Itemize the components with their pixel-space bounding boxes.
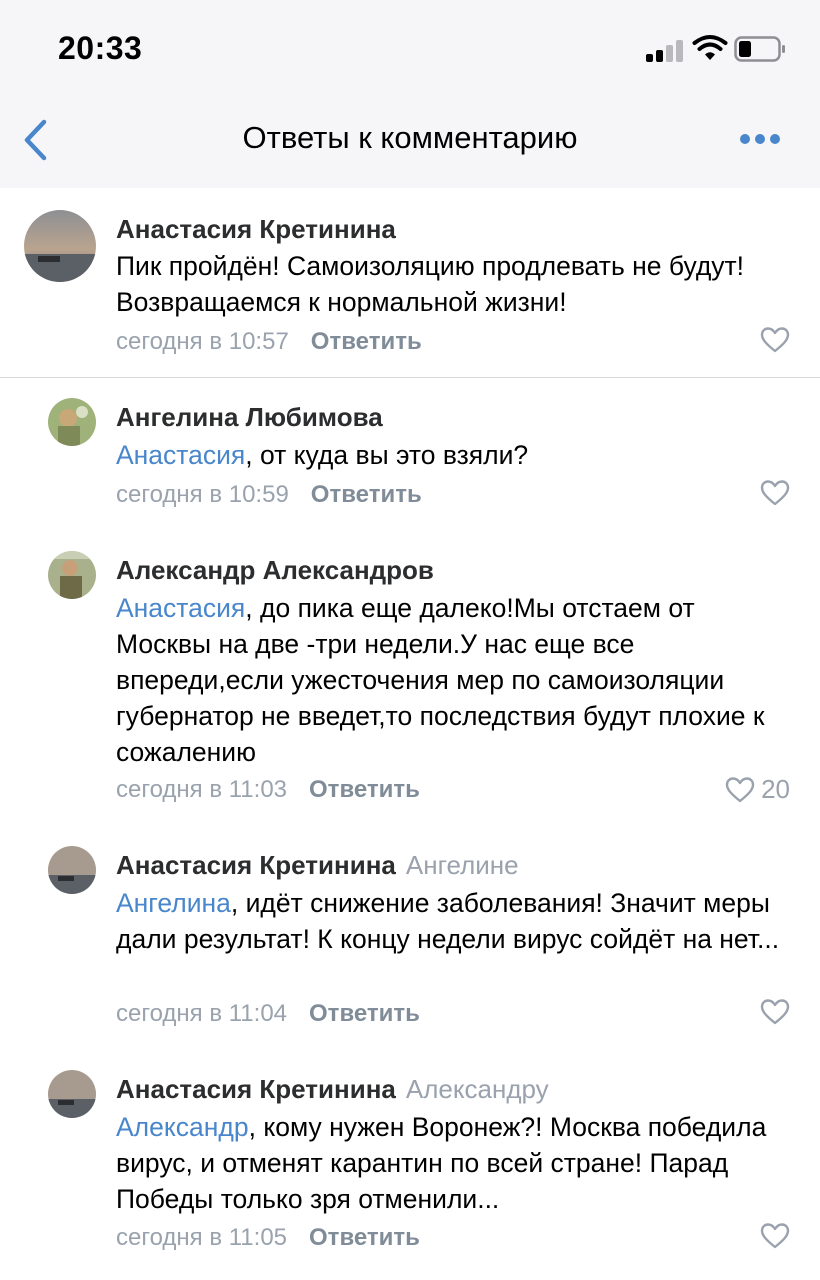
nav-bar: Ответы к комментарию [0,100,820,188]
comment-author[interactable]: Александр Александров [116,555,434,585]
heart-icon [760,999,790,1025]
comment-meta: сегодня в 10:59 Ответить [116,481,422,509]
reply-button[interactable]: Ответить [309,1000,420,1027]
like-count: 20 [761,774,790,804]
like-button[interactable]: 20 [725,774,790,805]
reply-to-name[interactable]: Ангелине [406,850,519,880]
comment-meta: сегодня в 11:04 Ответить [116,1000,420,1028]
avatar[interactable] [48,398,96,446]
comment-body: Пик пройдён! Самоизоляцию продлевать не … [116,251,745,317]
cellular-signal-icon [646,40,686,62]
comment-author[interactable]: Анастасия Кретинина [116,214,396,244]
mention-link[interactable]: Ангелина [116,888,231,918]
comment-text: Анастасия, от куда вы это взяли? [116,437,796,473]
page-title: Ответы к комментарию [242,120,578,155]
comment-text: Ангелина, идёт снижение заболевания! Зна… [116,885,796,957]
heart-icon [725,776,755,802]
comment-author[interactable]: Анастасия Кретинина [116,1074,396,1104]
battery-icon [734,36,785,62]
like-button[interactable] [760,998,790,1026]
comment-time: сегодня в 11:03 [116,776,288,803]
status-time: 20:33 [58,30,143,66]
divider [0,377,820,378]
heart-icon [760,1223,790,1249]
comment-time: сегодня в 10:59 [116,481,289,508]
wifi-icon [692,35,728,60]
comment-time: сегодня в 10:57 [116,328,289,355]
comment-text: Пик пройдён! Самоизоляцию продлевать не … [116,248,796,320]
reply-button[interactable]: Ответить [309,1224,420,1251]
comment-meta: сегодня в 10:57 Ответить [116,328,422,356]
reply-button[interactable]: Ответить [311,481,422,508]
avatar[interactable] [48,846,96,894]
status-bar: 20:33 [0,0,820,100]
heart-icon [760,480,790,506]
comment-author[interactable]: Ангелина Любимова [116,402,383,432]
reply-to-name[interactable]: Александру [406,1074,549,1104]
comment-meta: сегодня в 11:03 Ответить [116,776,420,804]
avatar[interactable] [48,551,96,599]
reply-button[interactable]: Ответить [311,328,422,355]
like-button[interactable] [760,479,790,507]
comment-body: , от куда вы это взяли? [245,440,529,470]
reply-button[interactable]: Ответить [309,776,420,803]
mention-link[interactable]: Александр [116,1112,249,1142]
mention-link[interactable]: Анастасия [116,440,245,470]
comment-text: Александр, кому нужен Воронеж?! Москва п… [116,1109,796,1217]
comment-meta: сегодня в 11:05 Ответить [116,1224,420,1252]
like-button[interactable] [760,1222,790,1250]
comment-author[interactable]: Анастасия Кретинина [116,850,396,880]
heart-icon [760,327,790,353]
comment-text: Анастасия, до пика еще далеко!Мы отстаем… [116,590,796,770]
comment-time: сегодня в 11:04 [116,1000,288,1027]
avatar[interactable] [48,1070,96,1118]
mention-link[interactable]: Анастасия [116,593,245,623]
comment-time: сегодня в 11:05 [116,1224,288,1251]
like-button[interactable] [760,326,790,354]
ellipsis-icon[interactable] [738,124,782,154]
avatar[interactable] [24,210,96,282]
